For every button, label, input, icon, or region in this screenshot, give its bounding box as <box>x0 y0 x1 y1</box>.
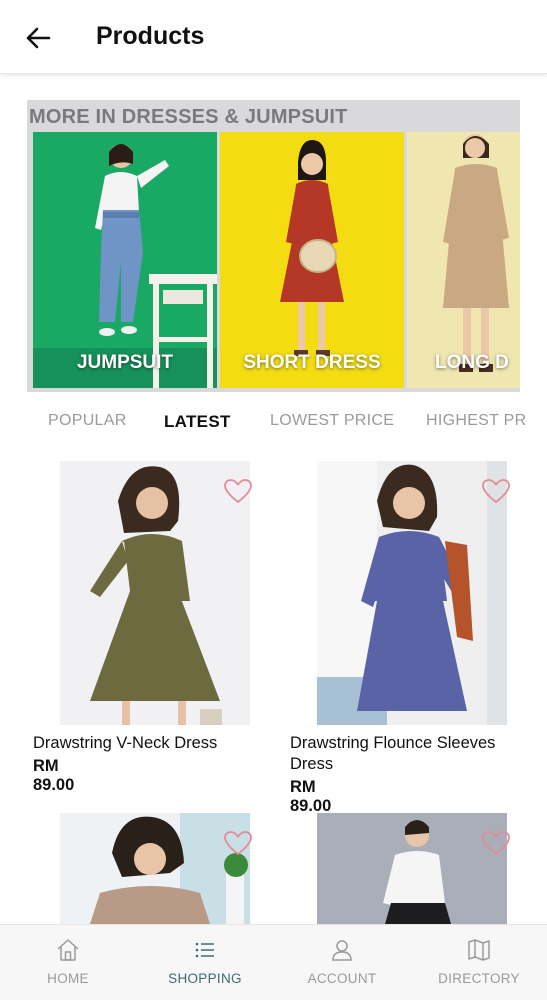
nav-label: SHOPPING <box>168 971 242 986</box>
long-dress-photo <box>407 132 520 388</box>
category-section-title: MORE IN DRESSES & JUMPSUIT <box>29 106 348 128</box>
page-title: Products <box>96 22 205 50</box>
category-label: SHORT DRESS <box>243 352 381 373</box>
short-dress-photo <box>220 132 404 388</box>
product-image[interactable] <box>60 813 250 924</box>
category-card-long-dress[interactable]: LONG D <box>407 132 520 388</box>
nav-item-shopping[interactable]: SHOPPING <box>160 925 250 1000</box>
product-price: RM 89.00 <box>290 778 332 815</box>
list-icon <box>195 942 214 958</box>
nav-label: HOME <box>47 971 89 986</box>
back-button[interactable] <box>20 20 56 56</box>
dress-photo <box>60 461 250 725</box>
heart-icon[interactable] <box>223 478 253 504</box>
dress-photo <box>60 813 250 924</box>
home-icon <box>57 939 79 961</box>
product-image[interactable] <box>317 461 507 725</box>
app-header: Products <box>0 0 547 74</box>
category-label: JUMPSUIT <box>76 352 174 373</box>
heart-icon[interactable] <box>223 830 253 856</box>
sort-tabs: POPULAR LATEST LOWEST PRICE HIGHEST PR <box>0 400 547 446</box>
category-card-short-dress[interactable]: SHORT DRESS <box>220 132 404 388</box>
map-icon <box>468 939 490 961</box>
nav-label: ACCOUNT <box>307 971 377 986</box>
bottom-navigation: HOME SHOPPING ACCOUNT DIRECTORY <box>0 924 547 1000</box>
category-carousel: MORE IN DRESSES & JUMPSUIT JUMPSUIT SHOR… <box>27 100 520 392</box>
heart-icon[interactable] <box>481 478 511 504</box>
arrow-left-icon <box>26 27 51 49</box>
jumpsuit-photo <box>33 132 217 388</box>
heart-icon[interactable] <box>481 830 511 856</box>
tab-latest[interactable]: LATEST <box>164 412 231 432</box>
tab-popular[interactable]: POPULAR <box>48 412 127 430</box>
nav-label: DIRECTORY <box>438 971 520 986</box>
product-name: Drawstring V-Neck Dress <box>33 734 218 752</box>
dress-photo <box>317 813 507 924</box>
product-image[interactable] <box>317 813 507 924</box>
nav-item-home[interactable]: HOME <box>28 925 108 1000</box>
nav-item-directory[interactable]: DIRECTORY <box>434 925 524 1000</box>
dress-photo <box>317 461 507 725</box>
product-image[interactable] <box>60 461 250 725</box>
tab-lowest-price[interactable]: LOWEST PRICE <box>270 412 394 430</box>
nav-item-account[interactable]: ACCOUNT <box>302 925 382 1000</box>
category-label: LONG D <box>435 352 509 373</box>
category-row[interactable]: JUMPSUIT SHORT DRESS LONG D <box>33 132 520 388</box>
category-card-jumpsuit[interactable]: JUMPSUIT <box>33 132 217 388</box>
product-price: RM 89.00 <box>33 757 75 794</box>
product-name: Drawstring Flounce Sleeves Dress <box>290 734 496 773</box>
person-icon <box>332 940 352 961</box>
tab-highest-price[interactable]: HIGHEST PR <box>426 412 527 430</box>
